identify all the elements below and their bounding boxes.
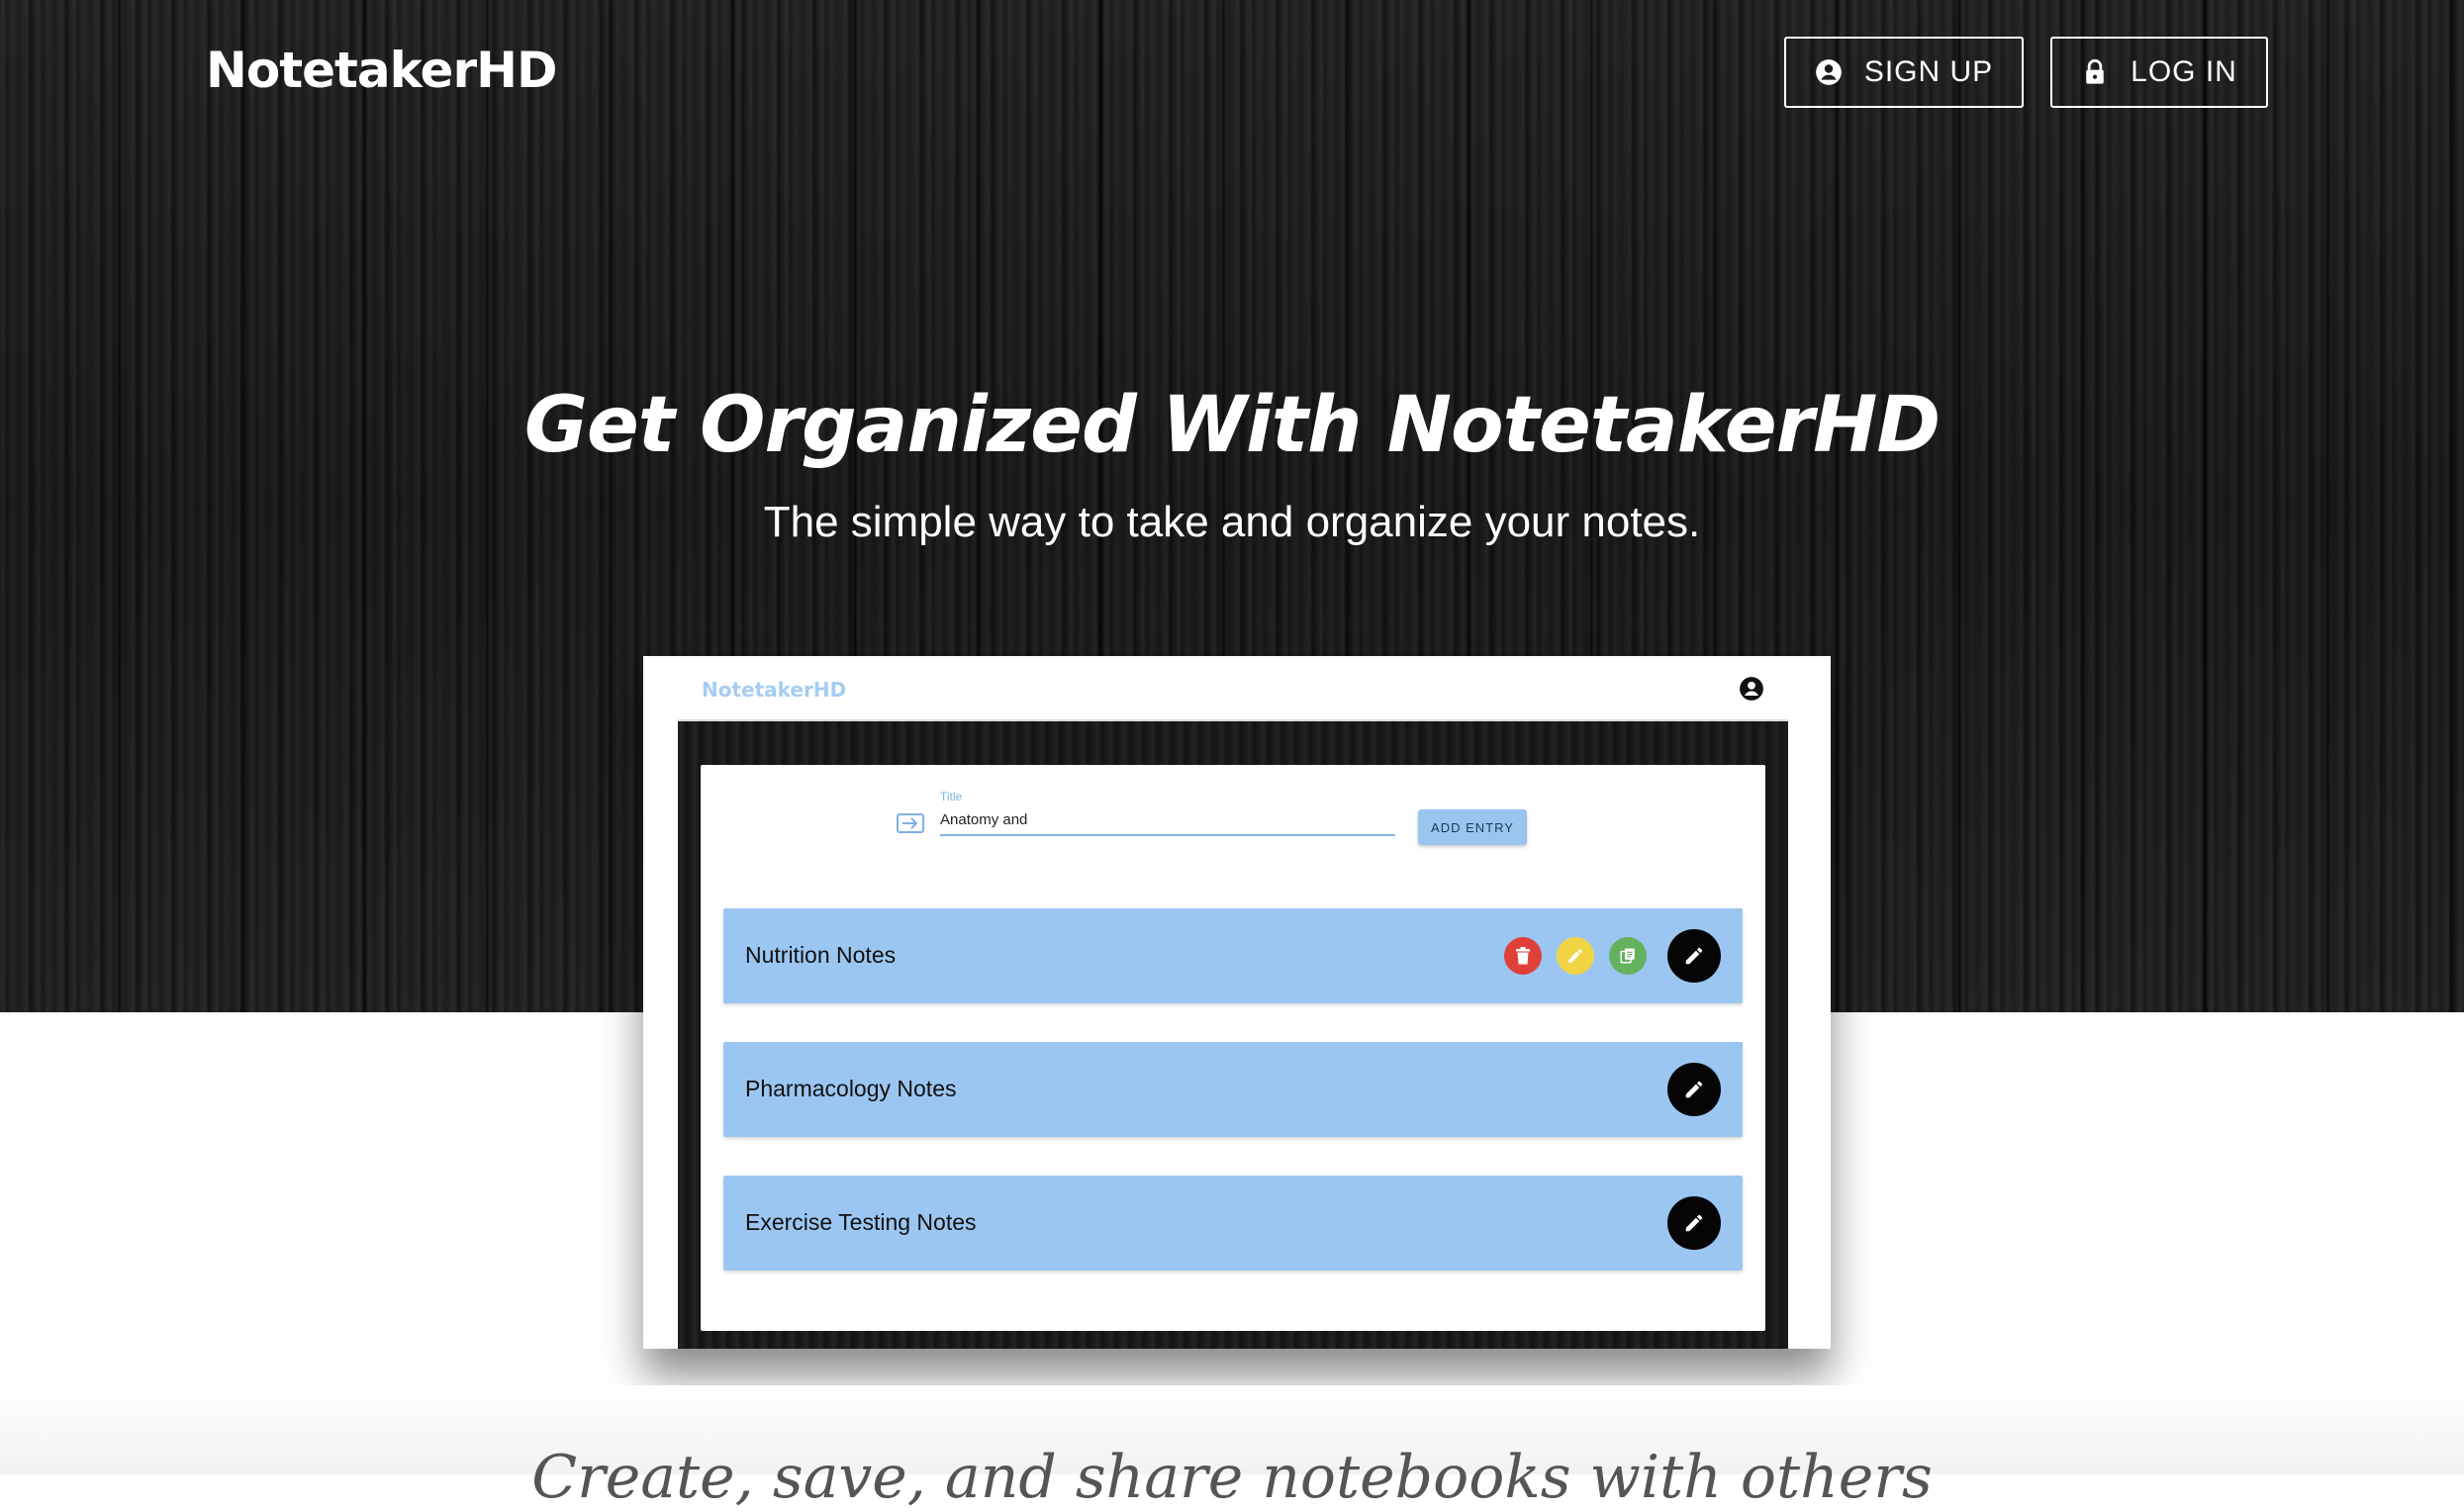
features-heading: Create, save, and share notebooks with o… [531, 1443, 1933, 1512]
account-circle-icon [1815, 59, 1842, 85]
title-field-label: Title [940, 790, 963, 803]
mockup-app-frame: NotetakerHD Title ADD ENTRY Nutrition No… [678, 656, 1788, 1349]
app-screenshot-mockup: NotetakerHD Title ADD ENTRY Nutrition No… [643, 656, 1831, 1349]
input-icon [897, 813, 924, 833]
hero-subtitle: The simple way to take and organize your… [763, 498, 1701, 546]
note-title: Pharmacology Notes [745, 1076, 957, 1101]
mockup-logo: NotetakerHD [702, 678, 847, 702]
trash-icon [1516, 947, 1530, 965]
title-input[interactable] [940, 804, 1395, 836]
account-circle-icon [1740, 677, 1763, 701]
mockup-notes-panel: Title ADD ENTRY Nutrition Notes [701, 765, 1765, 1331]
pencil-icon [1685, 1081, 1703, 1098]
add-entry-button[interactable]: ADD ENTRY [1418, 809, 1527, 845]
edit-note-button[interactable] [1667, 929, 1721, 983]
lock-icon [2086, 58, 2104, 84]
hero-title: Get Organized With NotetakerHD [523, 381, 1941, 470]
note-title: Exercise Testing Notes [745, 1209, 977, 1235]
delete-note-button[interactable] [1504, 937, 1542, 975]
edit-note-button[interactable] [1667, 1196, 1721, 1250]
login-label: LOG IN [2131, 55, 2237, 88]
pencil-icon [1685, 1214, 1703, 1232]
note-row[interactable]: Pharmacology Notes [723, 1042, 1743, 1137]
note-title: Nutrition Notes [745, 942, 897, 968]
login-button[interactable]: LOG IN [2050, 37, 2268, 108]
pencil-icon [1685, 947, 1703, 965]
copy-note-button[interactable] [1609, 937, 1647, 975]
signup-label: SIGN UP [1863, 55, 1994, 88]
site-logo[interactable]: NotetakerHD [206, 42, 557, 99]
rename-note-button[interactable] [1557, 937, 1594, 975]
note-row[interactable]: Nutrition Notes [723, 908, 1743, 1003]
pencil-icon [1568, 949, 1582, 963]
mockup-navbar: NotetakerHD [678, 656, 1788, 721]
note-row[interactable]: Exercise Testing Notes [723, 1176, 1743, 1271]
copy-icon [1620, 948, 1635, 964]
signup-button[interactable]: SIGN UP [1784, 37, 2024, 108]
edit-note-button[interactable] [1667, 1063, 1721, 1116]
